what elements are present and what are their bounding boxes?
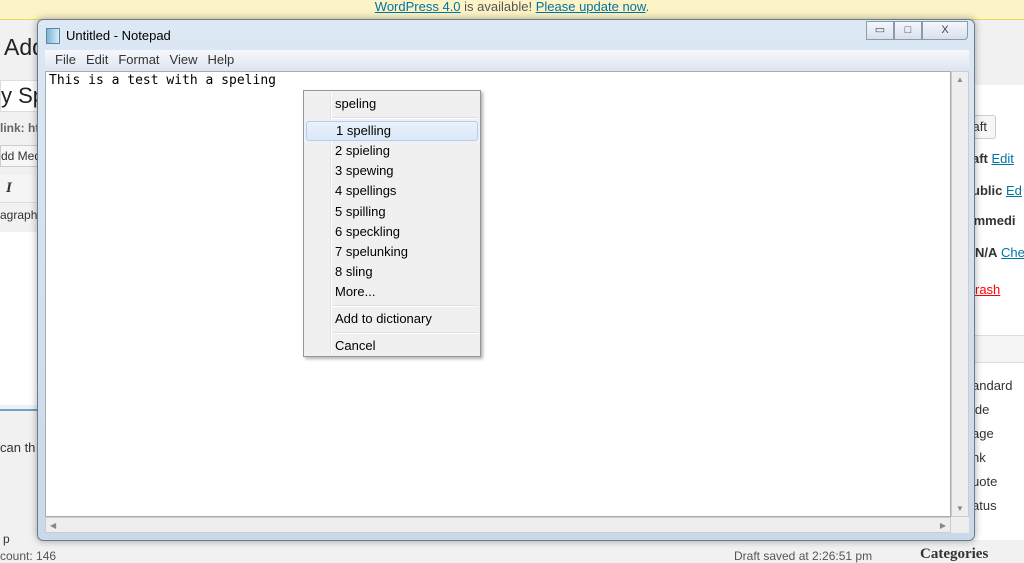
- visibility-label: ublic: [972, 183, 1003, 198]
- window-title: Untitled - Notepad: [66, 28, 171, 43]
- suggestion-item[interactable]: 1 spelling: [306, 121, 478, 141]
- add-to-dictionary-item[interactable]: Add to dictionary: [306, 309, 478, 329]
- status-edit-link[interactable]: Edit: [992, 151, 1014, 166]
- permalink: link: ht: [0, 121, 40, 135]
- format-option[interactable]: andard: [972, 374, 1012, 398]
- misspelled-word: speling: [335, 96, 377, 111]
- menu-help[interactable]: Help: [202, 50, 239, 70]
- format-option[interactable]: atus: [972, 494, 1012, 518]
- minimize-button[interactable]: ▭: [866, 21, 894, 40]
- menu-edit[interactable]: Edit: [81, 50, 113, 70]
- horizontal-scrollbar[interactable]: ◀ ▶: [45, 517, 951, 533]
- vertical-scrollbar[interactable]: ▲ ▼: [951, 71, 969, 517]
- close-button[interactable]: X: [922, 21, 968, 40]
- seo-check-link[interactable]: Chec: [1001, 245, 1024, 260]
- format-option[interactable]: uote: [972, 470, 1012, 494]
- notepad-icon: [46, 28, 60, 44]
- publish-label: immedi: [970, 213, 1016, 228]
- italic-button[interactable]: I: [6, 180, 12, 197]
- format-select[interactable]: agraph: [0, 208, 37, 222]
- menu-view[interactable]: View: [165, 50, 203, 70]
- scroll-left-icon[interactable]: ◀: [50, 521, 56, 530]
- format-option[interactable]: nk: [972, 446, 1012, 470]
- scroll-right-icon[interactable]: ▶: [940, 521, 946, 530]
- maximize-button[interactable]: □: [894, 21, 922, 40]
- update-now-link[interactable]: Please update now: [536, 0, 646, 14]
- wordpress-version-link[interactable]: WordPress 4.0: [375, 0, 461, 14]
- move-to-trash-link[interactable]: rash: [975, 282, 1000, 297]
- more-suggestions-item[interactable]: More...: [306, 282, 478, 302]
- resize-grip-icon[interactable]: [951, 517, 969, 533]
- format-option[interactable]: age: [972, 422, 1012, 446]
- format-list: andard ide age nk uote atus: [972, 374, 1012, 518]
- editor-text: This is a test with a speling: [49, 73, 276, 88]
- menu-file[interactable]: File: [50, 50, 81, 70]
- cancel-item[interactable]: Cancel: [306, 336, 478, 356]
- format-option[interactable]: ide: [972, 398, 1012, 422]
- content-editor[interactable]: [0, 232, 40, 405]
- spelling-context-menu: speling 1 spelling 2 spieling 3 spewing …: [303, 90, 481, 357]
- menu-format[interactable]: Format: [113, 50, 164, 70]
- suggestion-item[interactable]: 4 spellings: [306, 181, 478, 201]
- content-text: can th: [0, 440, 36, 455]
- categories-heading: Categories: [920, 546, 989, 562]
- editor-path: p: [3, 532, 10, 546]
- update-notice: WordPress 4.0 is available! Please updat…: [0, 0, 1024, 20]
- post-title-input[interactable]: y Sp: [0, 80, 45, 112]
- suggestion-item[interactable]: 6 speckling: [306, 222, 478, 242]
- suggestion-item[interactable]: 3 spewing: [306, 161, 478, 181]
- suggestion-item[interactable]: 7 spelunking: [306, 242, 478, 262]
- notepad-window: Untitled - Notepad ▭ □ X File Edit Forma…: [37, 19, 975, 541]
- word-count: count: 146: [0, 549, 57, 563]
- suggestion-item[interactable]: 2 spieling: [306, 141, 478, 161]
- scroll-up-icon[interactable]: ▲: [956, 75, 964, 84]
- suggestion-item[interactable]: 8 sling: [306, 262, 478, 282]
- seo-label: N/A: [975, 245, 998, 260]
- scroll-down-icon[interactable]: ▼: [956, 504, 964, 513]
- menu-bar: File Edit Format View Help: [45, 50, 969, 70]
- suggestion-item[interactable]: 5 spilling: [306, 202, 478, 222]
- add-media-button[interactable]: dd Med: [0, 145, 41, 167]
- draft-saved-status: Draft saved at 2:26:51 pm: [734, 549, 873, 563]
- visibility-edit-link[interactable]: Ed: [1006, 183, 1022, 198]
- text-editor[interactable]: This is a test with a speling: [45, 71, 951, 517]
